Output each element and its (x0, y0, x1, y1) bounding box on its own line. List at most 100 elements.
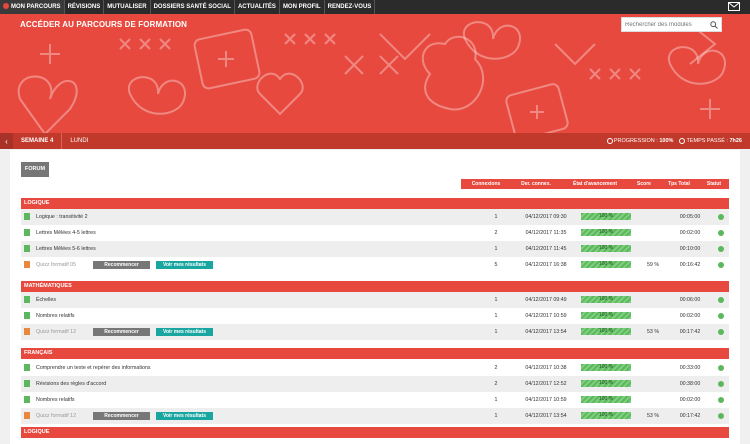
last-connection: 04/12/2017 13:54 (525, 329, 567, 335)
table-row[interactable]: Quizz formatif 12 Recommencer Voir mes r… (21, 324, 729, 340)
score (638, 376, 668, 392)
quiz-title[interactable]: Quizz formatif 12 (36, 324, 76, 340)
connexions-count: 1 (494, 329, 498, 335)
score (638, 308, 668, 324)
recommencer-button[interactable]: Recommencer (93, 412, 150, 420)
nav-actualites[interactable]: ACTUALITÉS (235, 0, 280, 14)
last-connection: 04/12/2017 10:59 (525, 397, 567, 403)
nav-revisions[interactable]: RÉVISIONS (65, 0, 105, 14)
document-icon (24, 364, 30, 371)
module-title[interactable]: Lettres Mêlées 4-5 lettres (36, 225, 96, 241)
total-time: 00:17:42 (679, 413, 701, 419)
header-tps-total: Tps Total (659, 179, 699, 189)
home-icon (3, 3, 9, 10)
table-row[interactable]: Comprendre un texte et repérer des infor… (21, 360, 729, 376)
score: 53 % (646, 329, 660, 335)
status-indicator (718, 381, 724, 387)
banner: ACCÉDER AU PARCOURS DE FORMATION (0, 14, 750, 133)
search-input[interactable] (622, 18, 708, 31)
total-time: 00:33:00 (679, 365, 701, 371)
search-icon[interactable] (710, 21, 718, 29)
nav-dossiers-sante-social[interactable]: DOSSIERS SANTÉ SOCIAL (151, 0, 235, 14)
module-title[interactable]: Lettres Mêlées 5-6 lettres (36, 241, 96, 257)
section-header: LOGIQUE (21, 198, 729, 209)
total-time: 00:05:00 (679, 214, 701, 220)
quiz-icon (24, 328, 30, 335)
status-indicator (718, 230, 724, 236)
status-indicator (718, 397, 724, 403)
nav-mon-profil[interactable]: MON PROFIL (280, 0, 325, 14)
progress-bar: 100 % (581, 364, 631, 371)
progress-bar: 100 % (581, 229, 631, 236)
mail-icon[interactable] (728, 2, 740, 11)
recommencer-button[interactable]: Recommencer (93, 261, 150, 269)
score (638, 292, 668, 308)
table-row[interactable]: Quizz formatif 05 Recommencer Voir mes r… (21, 257, 729, 273)
table-row[interactable]: Lettres Mêlées 5-6 lettres 1 04/12/2017 … (21, 241, 729, 257)
module-search (621, 17, 722, 32)
connexions-count: 1 (494, 246, 498, 252)
header-score: Score (629, 179, 659, 189)
previous-week-button[interactable]: ‹ (0, 133, 13, 149)
top-nav: MON PARCOURS RÉVISIONS MUTUALISER DOSSIE… (0, 0, 750, 14)
chevron-left-icon: ‹ (5, 136, 8, 146)
quiz-title[interactable]: Quizz formatif 05 (36, 257, 76, 273)
total-time: 00:38:00 (679, 381, 701, 387)
score (638, 225, 668, 241)
total-time: 00:06:00 (679, 297, 701, 303)
table-row[interactable]: Lettres Mêlées 4-5 lettres 2 04/12/2017 … (21, 225, 729, 241)
connexions-count: 1 (494, 397, 498, 403)
total-time: 00:10:00 (679, 246, 701, 252)
status-indicator (718, 262, 724, 268)
document-icon (24, 245, 30, 252)
module-title[interactable]: Logique : transitivité 2 (36, 209, 88, 225)
voir-resultats-button[interactable]: Voir mes résultats (156, 261, 213, 269)
header-connexions: Connexions (461, 179, 511, 189)
voir-resultats-button[interactable]: Voir mes résultats (156, 412, 213, 420)
status-indicator (718, 246, 724, 252)
progress-bar: 100 % (581, 296, 631, 303)
table-row[interactable]: Nombres relatifs 1 04/12/2017 10:59 100 … (21, 308, 729, 324)
connexions-count: 5 (494, 262, 498, 268)
document-icon (24, 213, 30, 220)
quiz-icon (24, 261, 30, 268)
last-connection: 04/12/2017 09:49 (525, 297, 567, 303)
time-spent-value: 7h26 (729, 138, 742, 144)
forum-button[interactable]: FORUM (21, 162, 49, 177)
document-icon (24, 312, 30, 319)
week-bar: ‹ SEMAINE 4 LUNDI PROGRESSION : 100% TEM… (0, 133, 750, 149)
table-row[interactable]: Nombres relatifs 1 04/12/2017 10:59 100 … (21, 392, 729, 408)
table-row[interactable]: Quizz formatif 12 Recommencer Voir mes r… (21, 408, 729, 424)
total-time: 00:02:00 (679, 397, 701, 403)
recommencer-button[interactable]: Recommencer (93, 328, 150, 336)
connexions-count: 2 (494, 381, 498, 387)
section-header: FRANÇAIS (21, 348, 729, 359)
quiz-title[interactable]: Quizz formatif 12 (36, 408, 76, 424)
status-indicator (718, 313, 724, 319)
nav-mon-parcours[interactable]: MON PARCOURS (0, 0, 65, 14)
voir-resultats-button[interactable]: Voir mes résultats (156, 328, 213, 336)
total-time: 00:02:00 (679, 313, 701, 319)
clock-icon (679, 137, 686, 144)
module-title[interactable]: Nombres relatifs (36, 392, 75, 408)
last-connection: 04/12/2017 12:52 (525, 381, 567, 387)
table-row[interactable]: Échelles 1 04/12/2017 09:49 100 % 00:06:… (21, 292, 729, 308)
module-title[interactable]: Révisions des règles d'accord (36, 376, 106, 392)
module-title[interactable]: Comprendre un texte et repérer des infor… (36, 360, 151, 376)
nav-mutualiser[interactable]: MUTUALISER (104, 0, 151, 14)
status-indicator (718, 413, 724, 419)
table-row[interactable]: Logique : transitivité 2 1 04/12/2017 09… (21, 209, 729, 225)
document-icon (24, 296, 30, 303)
status-indicator (718, 329, 724, 335)
table-row[interactable]: Révisions des règles d'accord 2 04/12/20… (21, 376, 729, 392)
page-title: ACCÉDER AU PARCOURS DE FORMATION (20, 20, 188, 29)
quiz-icon (24, 412, 30, 419)
header-etat: État d'avancement (561, 179, 629, 189)
last-connection: 04/12/2017 11:45 (525, 246, 567, 252)
nav-rendez-vous[interactable]: RENDEZ-VOUS (325, 0, 376, 14)
progress-bar: 100 % (581, 213, 631, 220)
module-title[interactable]: Échelles (36, 292, 56, 308)
total-time: 00:16:42 (679, 262, 701, 268)
module-title[interactable]: Nombres relatifs (36, 308, 75, 324)
document-icon (24, 380, 30, 387)
